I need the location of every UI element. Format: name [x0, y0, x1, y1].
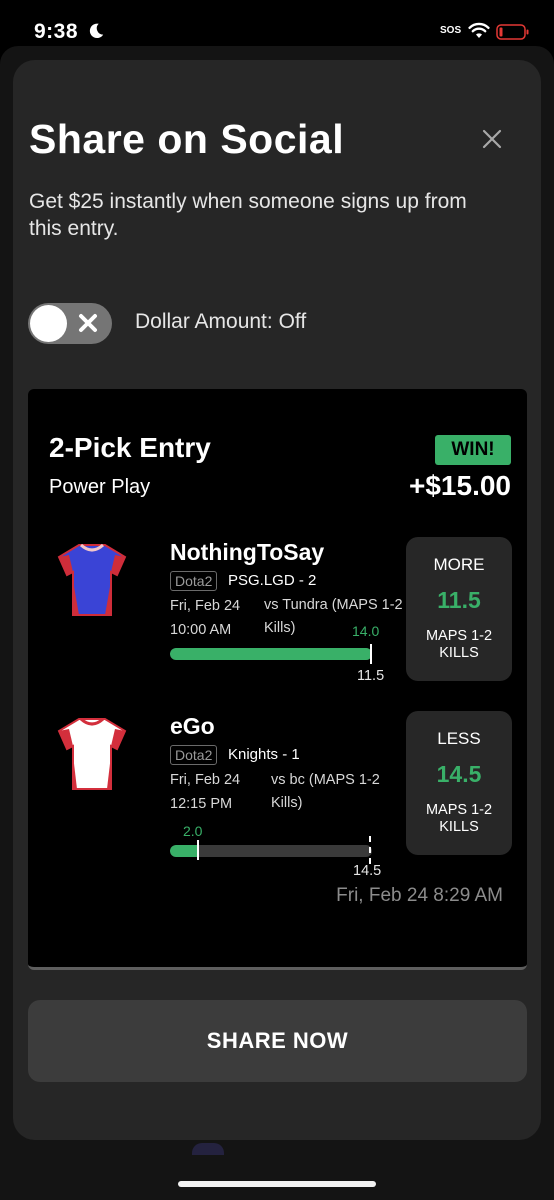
opponent-info: vs bc (MAPS 1-2 Kills) [271, 772, 380, 811]
line-value: 14.5 [353, 863, 382, 879]
entry-type: Power Play [49, 476, 151, 498]
actual-marker [197, 840, 199, 860]
status-time: 9:38 [34, 20, 79, 43]
entry-card: 2-Pick Entry Power Play WIN! +$15.00 Not… [28, 389, 527, 970]
game-date: Fri, Feb 24 [170, 598, 241, 614]
pick-row: NothingToSay Dota2 PSG.LGD - 2 Fri, Feb … [28, 535, 527, 705]
modal-subtitle: Get $25 instantly when someone signs up … [29, 190, 467, 240]
close-icon[interactable] [479, 126, 505, 152]
x-icon [79, 314, 97, 332]
line-marker [370, 644, 372, 664]
share-now-button[interactable]: SHARE NOW [28, 1000, 527, 1082]
progress-bar [170, 648, 372, 660]
pick-line: 14.5 [436, 761, 482, 787]
entry-timestamp: Fri, Feb 24 8:29 AM [336, 885, 503, 906]
pick-direction: LESS [437, 729, 481, 748]
game-time: 12:15 PM [170, 796, 233, 812]
jersey-icon [57, 543, 127, 616]
entry-title: 2-Pick Entry [49, 432, 211, 463]
player-name: NothingToSay [170, 539, 325, 565]
progress-bar [170, 845, 372, 857]
pick-direction-box: LESS 14.5 MAPS 1-2 KILLS [406, 711, 512, 855]
game-tag: Dota2 [170, 571, 218, 591]
background-avatar-edge [192, 1143, 224, 1155]
pick-row: eGo Dota2 Knights - 1 Fri, Feb 24 12:15 … [28, 709, 527, 879]
game-tag: Dota2 [170, 745, 218, 765]
pick-stat: MAPS 1-2 KILLS [425, 802, 493, 835]
dollar-amount-toggle[interactable] [28, 303, 112, 344]
team-score: PSG.LGD - 2 [228, 572, 317, 589]
payout-amount: +$15.00 [409, 470, 511, 501]
line-value: 11.5 [357, 668, 385, 684]
toggle-knob [30, 305, 67, 342]
opponent-info: vs Tundra (MAPS 1-2 Kills) [264, 597, 403, 636]
sos-indicator: SOS [440, 25, 462, 36]
moon-icon [89, 23, 104, 39]
pick-direction: MORE [433, 555, 485, 574]
game-time: 10:00 AM [170, 622, 232, 638]
pick-line: 11.5 [437, 587, 481, 613]
pick-direction-box: MORE 11.5 MAPS 1-2 KILLS [406, 537, 512, 681]
progress-fill [170, 845, 199, 857]
actual-value: 14.0 [352, 623, 380, 639]
battery-low-icon [496, 24, 529, 40]
game-date: Fri, Feb 24 [170, 772, 241, 788]
win-badge: WIN! [435, 435, 511, 465]
progress-fill [170, 648, 372, 660]
wifi-icon [468, 22, 490, 38]
toggle-label: Dollar Amount: Off [135, 310, 307, 333]
share-modal: Share on Social Get $25 instantly when s… [13, 60, 541, 1140]
pick-stat: MAPS 1-2 KILLS [425, 628, 493, 661]
team-score: Knights - 1 [228, 746, 300, 763]
modal-title: Share on Social [29, 116, 345, 162]
actual-value: 2.0 [183, 823, 203, 839]
line-marker [369, 836, 371, 864]
player-name: eGo [170, 713, 215, 739]
home-indicator[interactable] [178, 1181, 376, 1187]
jersey-icon [57, 717, 127, 790]
